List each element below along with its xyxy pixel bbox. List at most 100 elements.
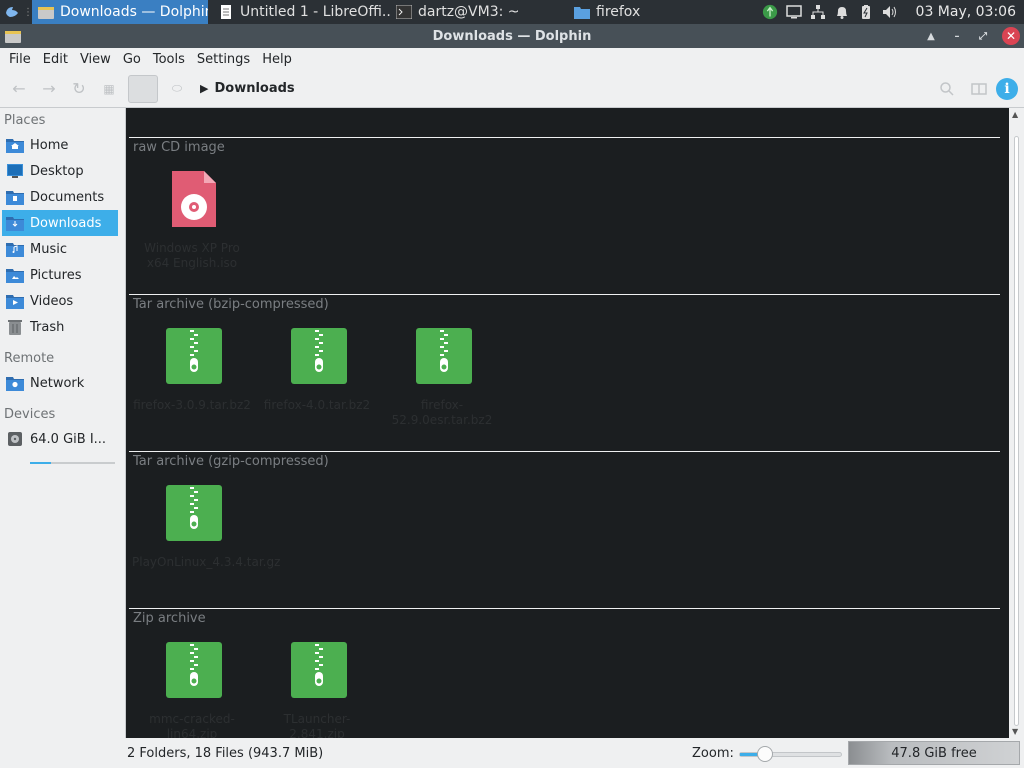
info-icon[interactable]: i [996, 77, 1018, 100]
window-title: Downloads — Dolphin [432, 28, 592, 44]
network-icon[interactable] [810, 4, 826, 20]
group-heading: Zip archive [133, 611, 206, 626]
preview-icon[interactable]: ⬭ [162, 74, 192, 104]
scroll-down-icon[interactable]: ▼ [1012, 727, 1018, 736]
app-green-icon[interactable] [762, 4, 778, 20]
archive-icon [166, 642, 222, 698]
application-launcher-icon[interactable] [0, 0, 24, 24]
taskbar-separator: ⋮ [23, 6, 33, 18]
sidebar-heading-remote: Remote [4, 351, 55, 366]
zoom-slider-handle[interactable] [756, 746, 773, 762]
archive-icon [291, 328, 347, 384]
system-tray: 03 May, 03:06 [762, 0, 1024, 24]
sidebar-item-label: Videos [30, 293, 74, 309]
sidebar-item-label: Pictures [30, 267, 82, 283]
pictures-folder-icon [6, 269, 24, 283]
breadcrumb-arrow-icon: ▶ [200, 82, 209, 95]
reload-icon[interactable]: ↻ [64, 74, 94, 104]
menu-help[interactable]: Help [256, 52, 298, 67]
folder-icon [574, 7, 590, 19]
task-dolphin[interactable]: Downloads — Dolphin [32, 0, 208, 24]
battery-icon[interactable] [858, 4, 874, 20]
sidebar-heading-devices: Devices [4, 407, 56, 422]
file-item[interactable]: mmc-cracked-lin64.zip [126, 642, 251, 738]
menu-edit[interactable]: Edit [37, 52, 74, 67]
file-name: TLauncher-2.841.zip [283, 712, 351, 738]
sidebar-item-label: Trash [30, 319, 65, 335]
file-name: PlayOnLinux_4.3.4.tar.gz [132, 555, 281, 569]
sidebar-item-desktop[interactable]: Desktop [2, 158, 118, 184]
forward-icon[interactable]: → [34, 74, 64, 104]
statusbar: 2 Folders, 18 Files (943.7 MiB) Zoom: 47… [0, 738, 1024, 768]
file-item[interactable]: Windows XP Pro x64 English.iso [126, 171, 251, 281]
task-label: dartz@VM3: ~ [418, 4, 520, 20]
sidebar-item-trash[interactable]: Trash [2, 314, 118, 340]
home-folder-icon [6, 139, 24, 153]
sidebar-item-network[interactable]: Network [2, 370, 118, 396]
vertical-scrollbar[interactable]: ▲ ▼ [1009, 108, 1024, 738]
task-libreoffice[interactable]: Untitled 1 - LibreOffi... [212, 0, 390, 24]
task-firefox-folder[interactable]: firefox [568, 0, 708, 24]
archive-icon [166, 485, 222, 541]
zoom-slider[interactable] [739, 752, 842, 757]
archive-icon [416, 328, 472, 384]
keep-above-button[interactable]: ▲ [920, 27, 942, 45]
back-icon[interactable]: ← [4, 74, 34, 104]
sidebar-item-downloads[interactable]: Downloads [2, 210, 118, 236]
menubar: File Edit View Go Tools Settings Help [0, 48, 1024, 70]
clock[interactable]: 03 May, 03:06 [916, 4, 1016, 20]
sidebar-item-home[interactable]: Home [2, 132, 118, 158]
task-label: Untitled 1 - LibreOffi... [240, 4, 390, 20]
volume-icon[interactable] [882, 4, 898, 20]
sidebar-item-videos[interactable]: Videos [2, 288, 118, 314]
menu-tools[interactable]: Tools [147, 52, 191, 67]
dolphin-app-icon[interactable] [5, 29, 21, 43]
close-button[interactable]: ✕ [1002, 27, 1020, 45]
sidebar-item-documents[interactable]: Documents [2, 184, 118, 210]
group-separator [129, 451, 1000, 452]
terminal-icon [396, 5, 412, 19]
file-name: Windows XP Pro x64 English.iso [144, 241, 240, 270]
trash-icon [8, 320, 22, 335]
status-summary: 2 Folders, 18 Files (943.7 MiB) [127, 745, 324, 761]
task-terminal[interactable]: dartz@VM3: ~ [390, 0, 568, 24]
group-heading: Tar archive (bzip-compressed) [133, 297, 329, 312]
sidebar-item-label: Home [30, 137, 69, 153]
drive-icon [8, 432, 22, 446]
display-icon[interactable] [785, 4, 802, 20]
task-label: firefox [596, 4, 641, 20]
task-label: Downloads — Dolphin [60, 4, 208, 20]
split-icon[interactable] [964, 74, 994, 104]
scroll-up-icon[interactable]: ▲ [1012, 110, 1018, 119]
scrollbar-thumb[interactable] [1014, 136, 1019, 726]
archive-icon [166, 328, 222, 384]
sidebar-item-music[interactable]: Music [2, 236, 118, 262]
sidebar-item-64-0-gib-i[interactable]: 64.0 GiB I... [2, 426, 118, 452]
maximize-button[interactable]: ⤢ [972, 27, 994, 45]
free-space-indicator[interactable]: 47.8 GiB free [848, 741, 1020, 765]
sidebar-heading-places: Places [4, 113, 46, 128]
menu-settings[interactable]: Settings [191, 52, 256, 67]
bell-icon[interactable] [834, 4, 850, 20]
sidebar-item-label: 64.0 GiB I... [30, 431, 107, 447]
menu-view[interactable]: View [74, 52, 117, 67]
file-item[interactable]: PlayOnLinux_4.3.4.tar.gz [126, 485, 281, 595]
toolbar: ← → ↻ ▦ ⬭ ▶ Downloads i [0, 70, 1024, 108]
search-icon[interactable] [932, 74, 962, 104]
file-item[interactable]: firefox-52.9.0esr.tar.bz2 [376, 328, 501, 438]
file-item[interactable]: TLauncher-2.841.zip [251, 642, 376, 738]
file-view[interactable]: raw CD image Windows XP Pro x64 English.i… [125, 108, 1009, 738]
window-titlebar[interactable]: Downloads — Dolphin ▲ – ⤢ ✕ [0, 24, 1024, 48]
minimize-button[interactable]: – [946, 27, 968, 45]
sidebar-item-pictures[interactable]: Pictures [2, 262, 118, 288]
view-mode-icon[interactable]: ▦ [94, 74, 124, 104]
file-item[interactable]: firefox-4.0.tar.bz2 [251, 328, 376, 438]
group-heading: Tar archive (gzip-compressed) [133, 454, 329, 469]
document-icon [221, 5, 231, 19]
preview-toggle-button[interactable] [128, 74, 158, 103]
music-folder-icon [6, 243, 24, 257]
menu-go[interactable]: Go [117, 52, 147, 67]
file-item[interactable]: firefox-3.0.9.tar.bz2 [126, 328, 251, 438]
menu-file[interactable]: File [3, 52, 37, 67]
breadcrumb[interactable]: Downloads [214, 81, 294, 96]
